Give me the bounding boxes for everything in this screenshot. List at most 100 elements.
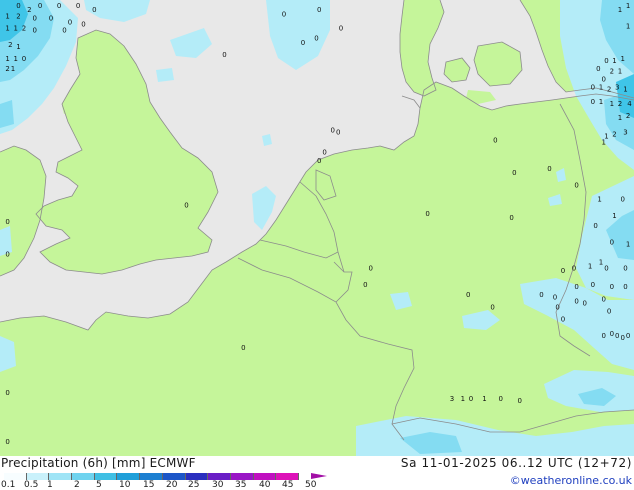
point-value: 0 <box>16 2 20 10</box>
legend-tick: 5 <box>96 480 102 490</box>
point-value: 0 <box>469 395 473 403</box>
point-value: 0 <box>369 265 373 273</box>
legend-tick: 20 <box>166 480 178 490</box>
point-value: 0 <box>561 267 565 275</box>
legend-swatch <box>4 473 27 480</box>
legend-color-bar <box>4 473 299 480</box>
point-value: 1 <box>623 86 627 94</box>
legend-tick: 1 <box>47 480 53 490</box>
point-value: 0 <box>33 14 37 22</box>
point-value: 0 <box>49 14 53 22</box>
point-value: 1 <box>626 2 630 10</box>
legend-tick: 45 <box>282 480 294 490</box>
point-value: 0 <box>610 283 614 291</box>
legend-tick: 2 <box>74 480 80 490</box>
point-value: 1 <box>599 84 603 92</box>
point-value: 1 <box>618 67 622 75</box>
point-value: 0 <box>602 332 606 340</box>
point-value: 0 <box>499 395 503 403</box>
point-value: 0 <box>596 65 600 73</box>
point-value: 0 <box>5 251 9 259</box>
point-value: 1 <box>5 55 9 63</box>
legend-tick: 50 <box>305 480 317 490</box>
valid-time: Sa 11-01-2025 06..12 UTC (12+72) <box>400 456 632 470</box>
point-value: 0 <box>301 39 305 47</box>
point-value: 1 <box>597 196 601 204</box>
point-value: 0 <box>33 27 37 35</box>
point-value: 1 <box>599 98 603 106</box>
point-value: 0 <box>621 334 625 342</box>
point-value: 2 <box>5 65 9 73</box>
point-value: 0 <box>591 98 595 106</box>
point-value: 2 <box>610 67 614 75</box>
legend-swatch <box>94 473 118 480</box>
point-value: 0 <box>610 238 614 246</box>
point-value: 3 <box>615 84 619 92</box>
point-value: 0 <box>92 6 96 14</box>
point-value: 0 <box>593 222 597 230</box>
legend-overflow-arrow <box>311 473 327 479</box>
point-value: 1 <box>5 25 9 33</box>
credit-link[interactable]: ©weatheronline.co.uk <box>510 474 632 487</box>
point-value: 2 <box>626 112 630 120</box>
point-value: 0 <box>62 27 66 35</box>
point-value: 0 <box>336 128 340 136</box>
point-value: 2 <box>618 100 622 108</box>
point-value: 0 <box>583 299 587 307</box>
point-value: 0 <box>553 293 557 301</box>
point-value: 1 <box>602 139 606 147</box>
legend-tick: 10 <box>119 480 131 490</box>
point-value: 0 <box>490 303 494 311</box>
point-value: 1 <box>11 65 15 73</box>
point-value: 0 <box>314 35 318 43</box>
point-value: 0 <box>591 281 595 289</box>
point-value: 0 <box>22 55 26 63</box>
point-value: 0 <box>493 137 497 145</box>
point-value: 0 <box>57 2 61 10</box>
point-value: 1 <box>482 395 486 403</box>
point-value: 0 <box>317 157 321 165</box>
point-value: 0 <box>623 283 627 291</box>
point-value: 1 <box>612 57 616 65</box>
legend-swatch <box>49 473 73 480</box>
point-value: 0 <box>339 25 343 33</box>
point-value: 0 <box>623 265 627 273</box>
legend-tick: 25 <box>188 480 200 490</box>
legend-swatch <box>230 473 254 480</box>
point-value: 0 <box>607 308 611 316</box>
legend-swatch <box>162 473 186 480</box>
point-value: 0 <box>184 202 188 210</box>
legend-swatch <box>276 473 299 480</box>
point-value: 0 <box>282 10 286 18</box>
point-value: 0 <box>518 397 522 405</box>
point-value: 0 <box>626 332 630 340</box>
legend-tick-labels: 0.1 0.5 1 2 5 10 15 20 25 30 35 40 45 50 <box>0 480 340 490</box>
point-value: 0 <box>621 196 625 204</box>
point-value: 0 <box>81 21 85 29</box>
legend-tick: 0.1 <box>1 480 16 490</box>
point-value: 3 <box>623 128 627 136</box>
point-value: 0 <box>604 57 608 65</box>
point-value: 0 <box>509 214 513 222</box>
point-value: 1 <box>621 55 625 63</box>
point-value: 0 <box>539 291 543 299</box>
point-value: 2 <box>607 86 611 94</box>
point-value: 1 <box>5 12 9 20</box>
point-value: 0 <box>574 297 578 305</box>
point-value: 2 <box>22 25 26 33</box>
point-value: 0 <box>68 18 72 26</box>
legend-swatch <box>253 473 277 480</box>
point-value: 2 <box>8 41 12 49</box>
legend-tick: 15 <box>143 480 155 490</box>
point-value: 0 <box>561 316 565 324</box>
legend-swatch <box>140 473 163 480</box>
point-value: 2 <box>612 130 616 138</box>
point-value: 1 <box>16 43 20 51</box>
point-value: 2 <box>27 6 31 14</box>
chart-title: Precipitation (6h) [mm] ECMWF <box>1 456 196 470</box>
point-value: 0 <box>222 51 226 59</box>
point-value: 0 <box>591 84 595 92</box>
point-value: 0 <box>572 265 576 273</box>
legend-tick: 30 <box>212 480 224 490</box>
point-value: 0 <box>5 438 9 446</box>
